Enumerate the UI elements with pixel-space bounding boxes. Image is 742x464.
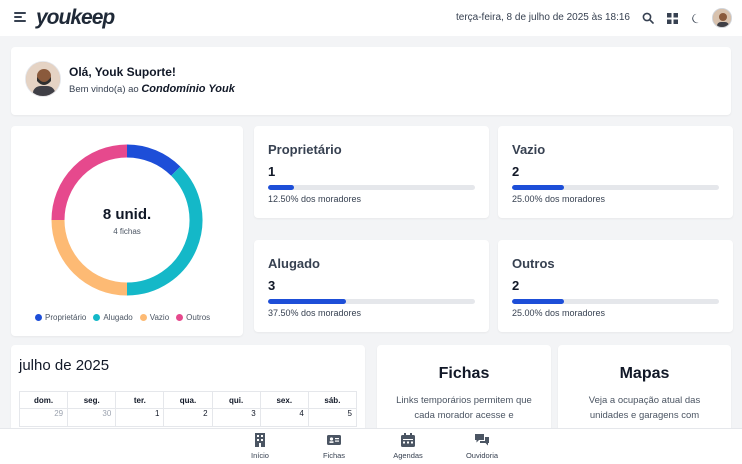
weekday-header: sex.: [259, 391, 309, 409]
fichas-title: Fichas: [438, 365, 490, 382]
stat-value: 1: [268, 164, 276, 179]
legend-item-vazio[interactable]: Vazio: [139, 313, 169, 322]
calendar-day[interactable]: 4: [259, 408, 309, 427]
stat-card-alugado[interactable]: Alugado 3 37.50% dos moradores: [254, 240, 489, 332]
chart-legend: Proprietário Alugado Vazio Outros: [35, 313, 210, 322]
weekday-header: ter.: [115, 391, 165, 409]
progress-fill: [268, 185, 294, 190]
user-avatar[interactable]: [712, 8, 732, 28]
weekday-header: sáb.: [307, 391, 358, 409]
progress-track: [512, 185, 719, 190]
calendar-grid: dom. seg. ter. qua. qui. sex. sáb. 29 30…: [18, 391, 358, 427]
stat-value: 3: [268, 278, 276, 293]
stat-card-proprietario[interactable]: Proprietário 1 12.50% dos moradores: [254, 126, 489, 218]
calendar-title: julho de 2025: [19, 357, 110, 374]
stat-card-outros[interactable]: Outros 2 25.00% dos moradores: [498, 240, 733, 332]
welcome-prefix: Bem vindo(a) ao: [69, 84, 139, 95]
weekday-header: qua.: [163, 391, 213, 409]
calendar-day[interactable]: 2: [163, 408, 213, 427]
calendar-day[interactable]: 29: [18, 408, 69, 427]
stat-title: Alugado: [268, 256, 320, 271]
progress-track: [268, 299, 475, 304]
legend-item-outros[interactable]: Outros: [176, 313, 210, 322]
mapas-title: Mapas: [619, 365, 670, 382]
search-icon[interactable]: [640, 10, 656, 26]
stat-title: Proprietário: [268, 142, 342, 157]
welcome-card: Olá, Youk Suporte! Bem vindo(a) ao Condo…: [11, 47, 731, 115]
weekday-header: dom.: [18, 391, 69, 409]
profile-avatar: [25, 61, 61, 97]
condo-name: Condomínio Youk: [141, 83, 235, 95]
nav-item-agendas[interactable]: Agendas: [378, 433, 438, 460]
calendar-icon: [401, 433, 415, 447]
nav-label: Início: [251, 451, 269, 460]
nav-item-fichas[interactable]: Fichas: [304, 433, 364, 460]
top-bar: youkeep terça-feira, 8 de julho de 2025 …: [0, 0, 742, 36]
stat-title: Vazio: [512, 142, 546, 157]
mapas-description: Veja a ocupação atual das unidades e gar…: [588, 395, 701, 421]
progress-fill: [512, 185, 564, 190]
nav-label: Ouvidoria: [465, 451, 499, 460]
greeting: Olá, Youk Suporte!: [69, 65, 176, 79]
stat-caption: 12.50% dos moradores: [268, 194, 362, 204]
stat-title: Outros: [512, 256, 555, 271]
stat-value: 2: [512, 164, 520, 179]
stat-caption: 25.00% dos moradores: [512, 194, 606, 204]
nav-item-inicio[interactable]: Início: [230, 433, 290, 460]
stat-caption: 25.00% dos moradores: [512, 308, 606, 318]
moon-icon[interactable]: [688, 10, 704, 26]
id-card-icon: [327, 435, 341, 445]
stat-card-vazio[interactable]: Vazio 2 25.00% dos moradores: [498, 126, 733, 218]
stat-caption: 37.50% dos moradores: [268, 308, 362, 318]
calendar-day[interactable]: 1: [115, 408, 165, 427]
bottom-nav: Início Fichas Agendas Ouvidoria: [0, 428, 742, 464]
building-icon: [255, 433, 265, 447]
occupancy-chart-card: 8 unid. 4 fichas Proprietário Alugado Va…: [11, 126, 243, 336]
fichas-card[interactable]: Fichas Links temporários permitem que ca…: [377, 345, 551, 435]
nav-label: Agendas: [393, 451, 423, 460]
total-units: 8 unid.: [102, 206, 152, 223]
chat-icon: [475, 434, 489, 446]
donut-slice-proprietrio[interactable]: [126, 144, 181, 176]
progress-track: [268, 185, 475, 190]
calendar-day[interactable]: 30: [67, 408, 117, 427]
progress-fill: [512, 299, 564, 304]
calendar-day[interactable]: 3: [211, 408, 261, 427]
fichas-description: Links temporários permitem que cada mora…: [396, 395, 532, 421]
progress-fill: [268, 299, 346, 304]
menu-icon[interactable]: [14, 12, 26, 24]
grid-icon[interactable]: [664, 10, 680, 26]
calendar-card: julho de 2025 dom. seg. ter. qua. qui. s…: [11, 345, 365, 435]
welcome-subtitle: Bem vindo(a) ao Condomínio Youk: [69, 83, 235, 95]
legend-item-proprietario[interactable]: Proprietário: [35, 313, 86, 322]
nav-item-ouvidoria[interactable]: Ouvidoria: [452, 433, 512, 460]
app-logo[interactable]: youkeep: [36, 6, 115, 30]
mapas-card[interactable]: Mapas Veja a ocupação atual das unidades…: [558, 345, 731, 435]
nav-label: Fichas: [322, 451, 346, 460]
legend-item-alugado[interactable]: Alugado: [93, 313, 133, 322]
total-fichas: 4 fichas: [113, 227, 141, 236]
weekday-header: qui.: [211, 391, 261, 409]
current-datetime: terça-feira, 8 de julho de 2025 às 18:16: [455, 12, 630, 23]
stat-value: 2: [512, 278, 520, 293]
calendar-day[interactable]: 5: [307, 408, 358, 427]
weekday-header: seg.: [67, 391, 117, 409]
progress-track: [512, 299, 719, 304]
